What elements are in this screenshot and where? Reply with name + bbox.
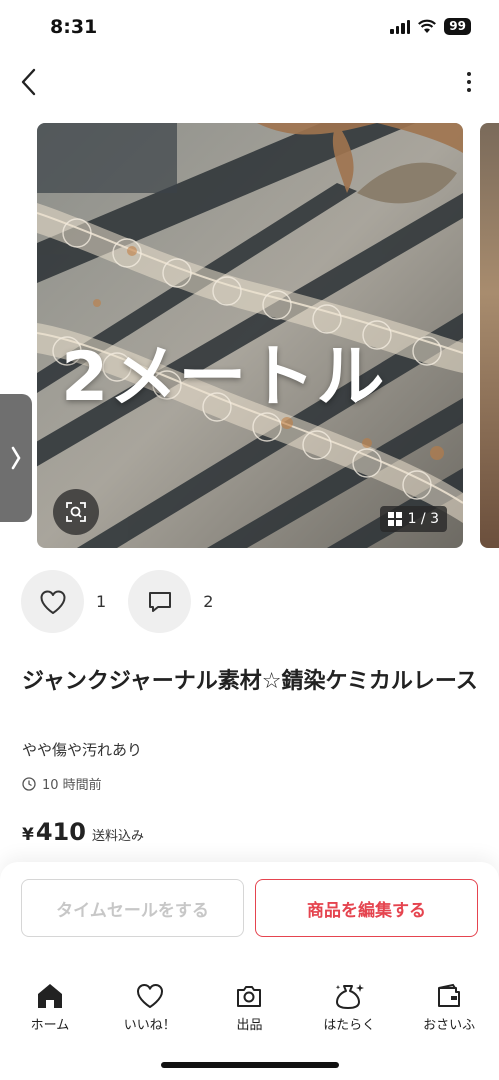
side-panel-handle[interactable] — [0, 394, 32, 522]
comment-button[interactable] — [128, 570, 192, 633]
wifi-icon — [418, 19, 437, 33]
shipping-label: 送料込み — [91, 829, 144, 844]
grid-icon — [387, 512, 402, 526]
comment-count: 2 — [203, 592, 214, 611]
camera-icon — [237, 986, 262, 1007]
more-options-button[interactable] — [459, 64, 479, 100]
tab-home-label: ホーム — [30, 1018, 70, 1033]
money-bag-icon — [336, 984, 365, 1009]
price-amount: 410 — [35, 818, 86, 846]
battery-indicator: 99 — [444, 18, 471, 35]
signal-icon — [390, 19, 411, 34]
product-photo[interactable]: 2メートル 1 / 3 — [37, 123, 463, 548]
comment-icon — [148, 591, 171, 612]
heart-icon — [40, 590, 65, 614]
home-indicator — [161, 1062, 339, 1068]
bottom-panel: タイムセールをする 商品を編集する ホーム いいね！ 出品 はたらく おさいふ — [0, 862, 499, 1080]
tab-likes-label: いいね！ — [123, 1018, 176, 1033]
item-title: ジャンクジャーナル素材☆錆染ケミカルレース — [22, 669, 478, 694]
posted-time-text: 10 時間前 — [42, 778, 102, 793]
image-counter-text: 1 / 3 — [407, 511, 439, 527]
tab-wallet[interactable]: おさいふ — [399, 982, 499, 1042]
status-icons: 99 — [390, 18, 471, 35]
tab-likes[interactable]: いいね！ — [100, 982, 200, 1042]
posted-time: 10 時間前 — [22, 774, 102, 793]
tab-wallet-label: おさいふ — [423, 1018, 476, 1033]
chevron-left-icon — [21, 68, 36, 96]
time-sale-button[interactable]: タイムセールをする — [21, 879, 244, 937]
image-search-button[interactable] — [53, 489, 99, 535]
tab-work[interactable]: はたらく — [299, 982, 399, 1042]
item-actions: 1 2 — [21, 570, 235, 633]
photo-overlay-text: 2メートル — [61, 338, 386, 417]
status-bar: 8:31 99 — [0, 0, 499, 54]
next-photo-preview[interactable] — [480, 123, 499, 548]
wallet-icon — [438, 983, 461, 1007]
tab-work-label: はたらく — [323, 1018, 376, 1033]
image-counter[interactable]: 1 / 3 — [379, 506, 447, 532]
currency-symbol: ¥ — [22, 825, 34, 845]
edit-item-button[interactable]: 商品を編集する — [255, 879, 478, 937]
tab-sell-label: 出品 — [236, 1018, 263, 1033]
like-button[interactable] — [21, 570, 84, 633]
scan-search-icon — [66, 502, 86, 522]
item-price: ¥ 410 送料込み — [22, 818, 144, 846]
back-button[interactable] — [12, 64, 44, 100]
heart-icon — [136, 984, 163, 1008]
item-condition: やや傷や汚れあり — [22, 741, 143, 759]
chevron-right-icon — [11, 446, 21, 470]
tab-sell[interactable]: 出品 — [200, 982, 300, 1042]
home-icon — [37, 984, 62, 1008]
clock-icon — [22, 776, 36, 791]
like-count: 1 — [96, 592, 107, 611]
status-time: 8:31 — [50, 16, 98, 38]
tab-bar: ホーム いいね！ 出品 はたらく おさいふ — [0, 982, 499, 1042]
tab-home[interactable]: ホーム — [0, 982, 100, 1042]
header — [0, 58, 499, 106]
